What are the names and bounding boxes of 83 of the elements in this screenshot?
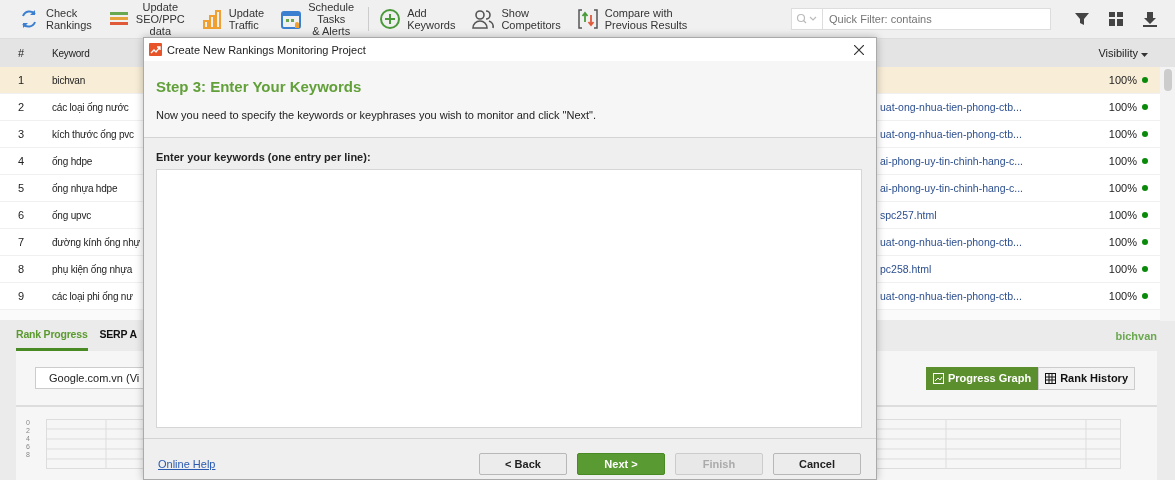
status-dot (1142, 266, 1148, 272)
search-icon (796, 13, 818, 25)
url-link[interactable]: uat-ong-nhua-tien-phong-ctb... (880, 290, 1030, 302)
keyword-cell-text: kích thước ống pvc (51, 128, 135, 140)
dialog-button[interactable]: Cancel (773, 453, 861, 475)
row-number: 2 (16, 101, 26, 113)
keyword-cell-text: ống hdpe (51, 155, 94, 167)
url-link[interactable]: ai-phong-uy-tin-chinh-hang-c... (880, 182, 1030, 194)
compare-arrows-icon (576, 8, 599, 30)
scrollbar[interactable] (1160, 67, 1175, 321)
layout-grid-icon[interactable] (1108, 11, 1124, 27)
column-header[interactable]: Keyword (42, 47, 143, 59)
panel-tab[interactable]: SERP A (99, 328, 137, 351)
visibility-value: 100% (1108, 182, 1137, 194)
view-toggle[interactable]: Progress Graph (926, 366, 1039, 390)
visibility-value: 100% (1108, 155, 1137, 167)
url-link[interactable]: uat-ong-nhua-tien-phong-ctb... (880, 236, 1030, 248)
scrollbar-thumb[interactable] (1164, 69, 1172, 91)
keyword-cell-text: ống nhựa hdpe (51, 182, 119, 194)
status-dot (1142, 158, 1148, 164)
toolbar-button[interactable]: Add Keywords (373, 0, 462, 38)
toolbar-button[interactable]: Compare with Previous Results (570, 0, 694, 38)
url-link[interactable]: uat-ong-nhua-tien-phong-ctb... (880, 128, 1030, 140)
keyword-cell-text: ống upvc (51, 209, 92, 221)
row-number: 3 (16, 128, 26, 140)
url-link[interactable]: ai-phong-uy-tin-chinh-hang-c... (880, 155, 1030, 167)
status-dot (1142, 239, 1148, 245)
column-header[interactable]: Visibility (1098, 47, 1160, 59)
dialog-title: Create New Rankings Monitoring Project (167, 43, 366, 56)
view-toggle[interactable]: Rank History (1038, 366, 1135, 390)
visibility-value: 100% (1108, 209, 1137, 221)
search-engine-dropdown[interactable]: Google.com.vn (Vi (35, 367, 145, 389)
url-link[interactable]: pc258.html (880, 263, 1030, 275)
toolbar-button[interactable]: Update SEO/PPC data (101, 0, 191, 38)
field-label: Enter your keywords (one entry per line): (156, 151, 372, 163)
step-heading: Step 3: Enter Your Keywords (156, 78, 363, 95)
keyword-cell-text: phụ kiện ống nhựa (51, 263, 134, 275)
visibility-value: 100% (1108, 290, 1137, 302)
column-header[interactable]: # (0, 47, 42, 59)
download-icon[interactable] (1142, 11, 1158, 27)
quick-filter-field[interactable]: Quick Filter: contains (791, 8, 1051, 30)
status-dot (1142, 185, 1148, 191)
visibility-value: 100% (1108, 236, 1137, 248)
status-dot (1142, 77, 1148, 83)
visibility-value: 100% (1108, 74, 1137, 86)
toolbar-button[interactable]: Check Rankings (12, 0, 98, 38)
help-link[interactable]: Online Help (158, 458, 216, 470)
row-number: 1 (16, 74, 26, 86)
step-description: Now you need to specify the keywords or keyphrases you wish to monitor and click "Next". (156, 109, 598, 121)
app-logo-icon (149, 43, 162, 56)
keyword-cell-text: các loại ống nước (51, 101, 130, 113)
visibility-value: 100% (1108, 101, 1137, 113)
calendar-icon (280, 8, 303, 30)
bar-chart-icon (200, 8, 223, 30)
people-icon (471, 8, 496, 30)
project-name: bichvan (1115, 329, 1157, 342)
sort-caret-icon (1141, 53, 1148, 57)
visibility-value: 100% (1108, 263, 1137, 275)
dialog-button[interactable]: < Back (479, 453, 567, 475)
plus-circle-icon (379, 8, 402, 30)
url-link[interactable]: spc257.html (880, 209, 1030, 221)
status-dot (1142, 104, 1148, 110)
row-number: 5 (16, 182, 26, 194)
row-number: 4 (16, 155, 26, 167)
status-dot (1142, 212, 1148, 218)
visibility-value: 100% (1108, 128, 1137, 140)
graph-icon (933, 372, 944, 384)
toolbar-button[interactable]: Show Competitors (465, 0, 567, 38)
row-number: 7 (16, 236, 26, 248)
row-number: 8 (16, 263, 26, 275)
table-icon (1045, 372, 1057, 384)
status-dot (1142, 293, 1148, 299)
keyword-cell-text: các loại phi ống nư (51, 290, 134, 302)
url-link[interactable]: uat-ong-nhua-tien-phong-ctb... (880, 101, 1030, 113)
row-number: 9 (16, 290, 26, 302)
row-number: 6 (16, 209, 26, 221)
toolbar-button[interactable]: Update Traffic (194, 0, 271, 38)
keywords-input-field[interactable] (156, 169, 862, 428)
status-dot (1142, 131, 1148, 137)
keyword-cell-text: đường kính ống nhự (51, 236, 142, 248)
keyword-cell-text: bichvan (51, 74, 87, 86)
toolbar-button[interactable]: Schedule Tasks & Alerts (274, 0, 361, 38)
filter-icon[interactable] (1074, 11, 1090, 27)
